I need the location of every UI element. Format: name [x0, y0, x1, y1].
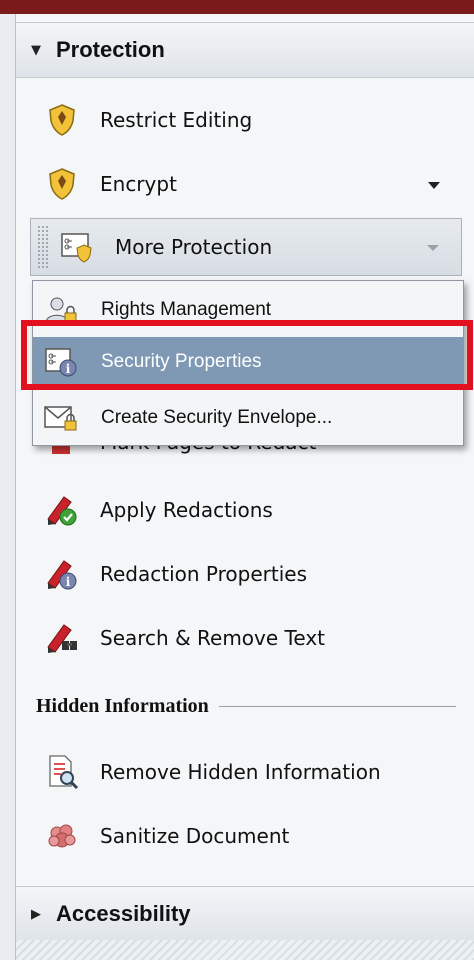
redaction-properties-label: Redaction Properties [100, 562, 307, 586]
selection-highlight-box [21, 320, 473, 390]
accessibility-title: Accessibility [56, 901, 191, 926]
remove-hidden-item[interactable]: Remove Hidden Information [40, 746, 381, 798]
sanitize-item[interactable]: Sanitize Document [40, 810, 289, 862]
shield-icon [40, 102, 84, 138]
search-remove-item[interactable]: Search & Remove Text [40, 612, 325, 664]
redaction-check-icon [40, 492, 84, 528]
top-bar [0, 0, 474, 14]
search-remove-label: Search & Remove Text [100, 626, 325, 650]
encrypt-item[interactable]: Encrypt [40, 158, 177, 210]
redaction-search-icon [40, 620, 84, 656]
shield-icon [40, 166, 84, 202]
more-protection-label: More Protection [115, 235, 273, 259]
accessibility-section-header[interactable]: ▶ Accessibility [16, 886, 474, 942]
apply-redactions-item[interactable]: Apply Redactions [40, 484, 273, 536]
encrypt-label: Encrypt [100, 172, 177, 196]
protection-title: Protection [56, 37, 165, 62]
more-protection-button[interactable]: More Protection [30, 218, 462, 276]
encrypt-dropdown-icon[interactable] [428, 182, 440, 189]
redaction-properties-item[interactable]: i Redaction Properties [40, 548, 307, 600]
restrict-editing-label: Restrict Editing [100, 108, 253, 132]
document-search-icon [40, 754, 84, 790]
create-security-envelope-label: Create Security Envelope... [101, 407, 333, 428]
protection-section-header[interactable]: ▼ Protection [16, 22, 474, 78]
hidden-information-header: Hidden Information [36, 688, 456, 724]
expand-right-icon: ▶ [31, 906, 41, 922]
grip-handle-icon [37, 225, 49, 269]
menu-item-create-security-envelope[interactable]: Create Security Envelope... [33, 393, 463, 443]
expand-down-icon: ▼ [31, 42, 41, 58]
panel-bottom-hatch [16, 940, 474, 960]
svg-text:i: i [66, 575, 71, 589]
envelope-lock-icon [41, 401, 81, 435]
rights-management-label: Rights Management [101, 299, 272, 320]
sanitize-icon [40, 818, 84, 854]
security-list-icon [55, 229, 99, 265]
sanitize-label: Sanitize Document [100, 824, 290, 848]
remove-hidden-label: Remove Hidden Information [100, 760, 381, 784]
apply-redactions-label: Apply Redactions [100, 498, 273, 522]
section-divider [218, 705, 456, 707]
chevron-down-icon [427, 245, 439, 251]
redaction-info-icon: i [40, 556, 84, 592]
panel-left-border [0, 0, 16, 960]
hidden-information-title: Hidden Information [36, 694, 209, 717]
restrict-editing-item[interactable]: Restrict Editing [40, 94, 252, 146]
